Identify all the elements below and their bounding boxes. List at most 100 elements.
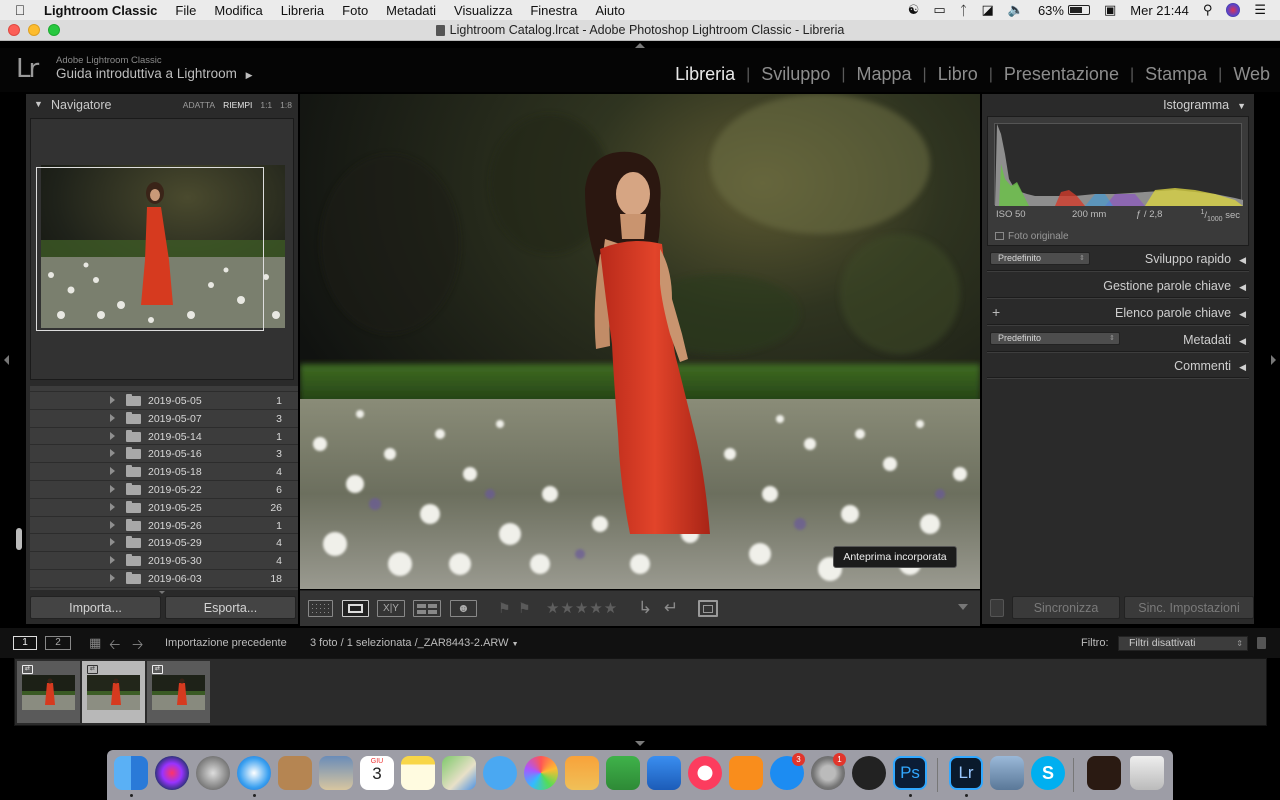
keyword-list-header[interactable]: Elenco parole chiave ◀ — [1115, 306, 1246, 320]
navigator-option-fit[interactable]: ADATTA — [183, 100, 215, 110]
survey-view-icon[interactable] — [413, 600, 441, 617]
zoom-window-button[interactable] — [48, 24, 60, 36]
expand-arrow-icon[interactable] — [110, 556, 115, 565]
pages-icon[interactable] — [565, 756, 599, 790]
module-web[interactable]: Web — [1222, 64, 1270, 85]
expand-triangle-icon[interactable]: ◀ — [1239, 309, 1246, 319]
messages-icon[interactable] — [483, 756, 517, 790]
back-arrow-icon[interactable]: 🡠 — [109, 634, 120, 658]
metadata-header[interactable]: Metadati ◀ — [1183, 333, 1246, 347]
histogram-graph[interactable] — [994, 123, 1243, 206]
finder-icon[interactable] — [114, 756, 148, 790]
siri-icon[interactable] — [155, 756, 189, 790]
menu-file[interactable]: File — [166, 3, 205, 18]
launchpad-icon[interactable] — [196, 756, 230, 790]
sync-button[interactable]: Sincronizza — [1012, 596, 1120, 619]
preview-icon[interactable] — [319, 756, 353, 790]
folder-row[interactable]: 2019-05-26 1 — [30, 517, 298, 535]
downloads-stack-icon[interactable] — [1087, 756, 1121, 790]
trash-icon[interactable] — [1130, 756, 1164, 790]
view-secondary-button[interactable]: 2 — [45, 636, 71, 650]
books-icon[interactable] — [729, 756, 763, 790]
wifi-icon[interactable]: ◪ — [981, 2, 993, 18]
menu-finestra[interactable]: Finestra — [521, 3, 586, 18]
collapse-filmstrip-arrow-icon[interactable] — [635, 741, 645, 746]
battery-icon[interactable] — [1067, 5, 1090, 15]
creative-cloud-icon[interactable]: ☯ — [908, 2, 920, 18]
bluetooth-icon[interactable]: ᛏ — [960, 3, 968, 18]
loupe-view-icon[interactable] — [342, 600, 369, 617]
import-button[interactable]: Importa... — [30, 596, 161, 619]
airplay-icon[interactable]: ▭ — [933, 2, 945, 18]
metadata-preset-select[interactable]: Predefinito ⇕ — [990, 332, 1120, 345]
keynote-icon[interactable] — [647, 756, 681, 790]
folder-row[interactable]: 2019-05-25 26 — [30, 499, 298, 517]
collapse-triangle-icon[interactable]: ▼ — [34, 99, 43, 109]
expand-triangle-icon[interactable]: ◀ — [1239, 362, 1246, 372]
navigator-header[interactable]: ▼ Navigatore ADATTA RIEMPI 1:1 1:8 — [26, 94, 298, 116]
flag-pick-icon[interactable]: ⚑ — [498, 600, 511, 617]
folder-row[interactable]: 2019-05-29 4 — [30, 534, 298, 553]
filter-select[interactable]: Filtri disattivati ⇕ — [1118, 636, 1248, 651]
expand-triangle-icon[interactable]: ◀ — [1239, 255, 1246, 265]
expand-arrow-icon[interactable] — [110, 467, 115, 476]
quicktime-icon[interactable] — [852, 756, 886, 790]
quick-develop-preset-select[interactable]: Predefinito ⇕ — [990, 252, 1090, 265]
sync-settings-button[interactable]: Sinc. Impostazioni — [1124, 596, 1254, 619]
filmstrip-info[interactable]: 3 foto / 1 selezionata /_ZAR8443-2.ARW ▼ — [310, 637, 519, 649]
photoshop-icon[interactable]: Ps — [893, 756, 927, 790]
menu-app-name[interactable]: Lightroom Classic — [40, 3, 166, 18]
view-primary-button[interactable]: 1 — [13, 636, 37, 650]
expand-arrow-icon[interactable] — [110, 502, 115, 511]
original-photo-checkbox[interactable]: Foto originale — [995, 231, 1069, 242]
expand-arrow-icon[interactable] — [110, 396, 115, 404]
spotlight-search-icon[interactable]: ⚲ — [1203, 2, 1213, 18]
close-window-button[interactable] — [8, 24, 20, 36]
navigator-option-1-1[interactable]: 1:1 — [260, 100, 272, 110]
comments-header[interactable]: Commenti ◀ — [1174, 359, 1246, 373]
lightroom-classic-icon[interactable]: Lr — [949, 756, 983, 790]
left-panel-toggle-icon[interactable] — [4, 355, 9, 365]
folder-row[interactable]: 2019-05-22 6 — [30, 481, 298, 499]
calendar-icon[interactable]: GIU 3 — [360, 756, 394, 790]
checkbox-icon[interactable] — [995, 232, 1004, 240]
grid-view-icon[interactable] — [308, 600, 333, 617]
expand-arrow-icon[interactable] — [110, 573, 115, 582]
siri-icon[interactable] — [1226, 3, 1241, 17]
menu-libreria[interactable]: Libreria — [272, 3, 333, 18]
numbers-icon[interactable] — [606, 756, 640, 790]
contacts-icon[interactable] — [278, 756, 312, 790]
auto-sync-switch[interactable] — [990, 598, 1004, 617]
notification-center-icon[interactable]: ☰ — [1254, 2, 1266, 18]
navigator-zoom-rectangle[interactable] — [36, 167, 264, 331]
grid-icon[interactable]: ▦ — [89, 635, 101, 651]
export-button[interactable]: Esporta... — [165, 596, 296, 619]
module-libreria[interactable]: Libreria — [664, 64, 746, 85]
catalog-name[interactable]: Guida introduttiva a Lightroom ▶ — [56, 66, 253, 81]
crop-overlay-icon[interactable] — [698, 600, 718, 617]
menu-metadati[interactable]: Metadati — [377, 3, 445, 18]
minimize-window-button[interactable] — [28, 24, 40, 36]
folder-row[interactable]: 2019-05-18 4 — [30, 463, 298, 481]
folder-row[interactable]: 2019-05-07 3 — [30, 410, 298, 428]
module-stampa[interactable]: Stampa — [1134, 64, 1218, 85]
menubar-clock[interactable]: Mer 21:44 — [1130, 3, 1189, 18]
menu-foto[interactable]: Foto — [333, 3, 377, 18]
skype-icon[interactable]: S — [1031, 756, 1065, 790]
module-mappa[interactable]: Mappa — [845, 64, 922, 85]
menu-aiuto[interactable]: Aiuto — [586, 3, 634, 18]
navigator-preview[interactable] — [30, 118, 294, 380]
module-sviluppo[interactable]: Sviluppo — [750, 64, 841, 85]
expand-arrow-icon[interactable] — [110, 538, 115, 547]
folder-row[interactable]: 2019-05-16 3 — [30, 445, 298, 464]
rotate-right-icon[interactable]: ↵ — [664, 598, 678, 618]
star-rating[interactable]: ★★★★★ — [546, 599, 618, 617]
image-capture-icon[interactable] — [990, 756, 1024, 790]
histogram-header[interactable]: Istogramma ▼ — [1163, 98, 1246, 112]
expand-arrow-icon[interactable] — [110, 413, 115, 422]
collapse-panel-arrow-icon[interactable] — [159, 591, 165, 594]
menu-modifica[interactable]: Modifica — [205, 3, 271, 18]
expand-triangle-icon[interactable]: ◀ — [1239, 336, 1246, 346]
quick-develop-header[interactable]: Sviluppo rapido ◀ — [1145, 252, 1246, 266]
people-view-icon[interactable]: ☻ — [450, 600, 477, 617]
